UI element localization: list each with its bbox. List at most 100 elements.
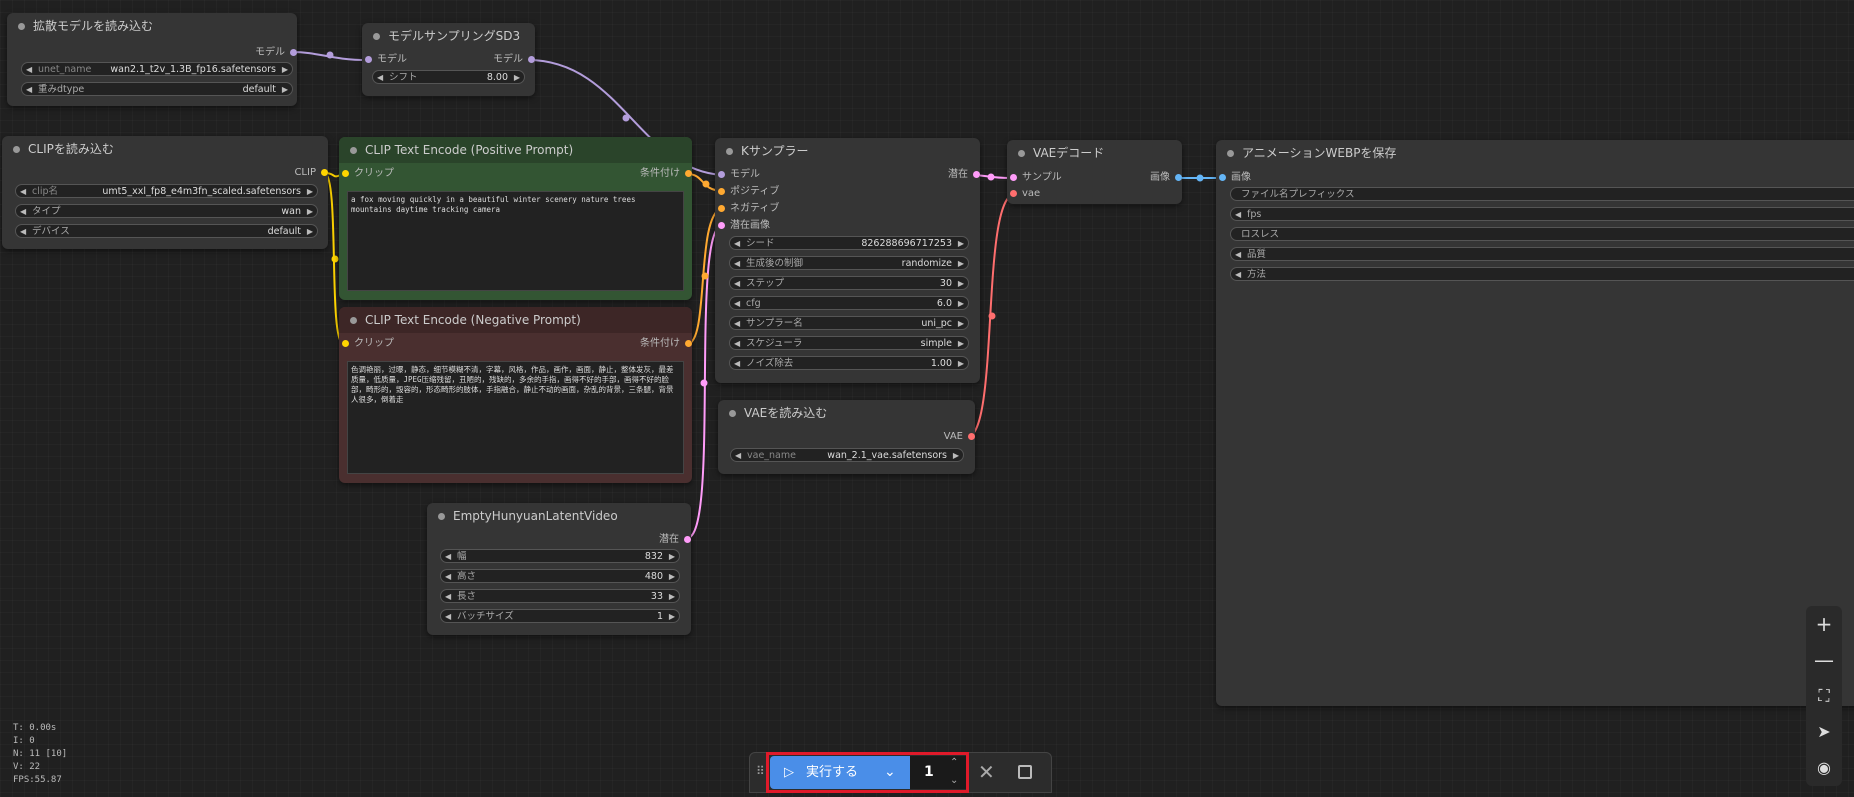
negative-prompt-node[interactable]: CLIP Text Encode (Negative Prompt) クリップ … bbox=[339, 307, 692, 483]
input-positive[interactable]: ポジティブ bbox=[718, 184, 830, 200]
arrow-left-icon[interactable]: ◀ bbox=[734, 277, 740, 291]
input-dot[interactable] bbox=[342, 340, 349, 347]
control-after-generate-combo[interactable]: ◀ 生成後の制御 randomize ▶ bbox=[729, 256, 969, 270]
arrow-right-icon[interactable]: ▶ bbox=[307, 205, 313, 219]
arrow-right-icon[interactable]: ▶ bbox=[669, 590, 675, 604]
input-dot[interactable] bbox=[1219, 174, 1226, 181]
stop-icon[interactable] bbox=[1018, 765, 1032, 779]
output-model[interactable]: モデル bbox=[165, 45, 297, 61]
vae-name-combo[interactable]: ◀ vae_name wan_2.1_vae.safetensors ▶ bbox=[730, 448, 964, 462]
cancel-icon[interactable]: ✕ bbox=[978, 760, 995, 784]
arrow-left-icon[interactable]: ◀ bbox=[1235, 248, 1241, 262]
output-clip[interactable]: CLIP bbox=[236, 165, 328, 181]
output-image[interactable]: 画像 bbox=[1100, 170, 1182, 186]
input-dot[interactable] bbox=[365, 56, 372, 63]
arrow-left-icon[interactable]: ◀ bbox=[26, 83, 32, 97]
clip-loader-node[interactable]: CLIPを読み込む CLIP ◀ clip名 umt5_xxl_fp8_e4m3fn… bbox=[2, 136, 328, 249]
input-negative[interactable]: ネガティブ bbox=[718, 201, 830, 217]
arrow-left-icon[interactable]: ◀ bbox=[445, 570, 451, 584]
input-vae[interactable]: vae bbox=[1010, 186, 1112, 202]
input-dot[interactable] bbox=[342, 170, 349, 177]
positive-prompt-node[interactable]: CLIP Text Encode (Positive Prompt) クリップ … bbox=[339, 137, 692, 300]
output-dot[interactable] bbox=[684, 536, 691, 543]
fps-number[interactable]: ◀ fps bbox=[1230, 207, 1854, 221]
output-vae[interactable]: VAE bbox=[883, 429, 975, 445]
input-samples[interactable]: サンプル bbox=[1010, 170, 1112, 186]
input-clip[interactable]: クリップ bbox=[342, 336, 454, 352]
arrow-left-icon[interactable]: ◀ bbox=[377, 71, 383, 85]
output-conditioning[interactable]: 条件付け bbox=[580, 166, 692, 182]
ksampler-node[interactable]: Kサンプラー モデル ポジティブ ネガティブ 潜在画像 潜在 ◀ シード 82628… bbox=[715, 138, 980, 383]
positive-prompt-textarea[interactable]: a fox moving quickly in a beautiful wint… bbox=[347, 191, 684, 291]
output-conditioning[interactable]: 条件付け bbox=[580, 336, 692, 352]
arrow-right-icon[interactable]: ▶ bbox=[669, 610, 675, 624]
arrow-left-icon[interactable]: ◀ bbox=[20, 185, 26, 199]
save-animated-webp-node[interactable]: アニメーションWEBPを保存 画像 ファイル名プレフィックス ◀ fps ロスレス… bbox=[1216, 140, 1854, 706]
width-number[interactable]: ◀ 幅 832 ▶ bbox=[440, 549, 680, 563]
output-latent[interactable]: 潜在 bbox=[888, 167, 980, 183]
arrow-right-icon[interactable]: ▶ bbox=[958, 257, 964, 271]
input-model[interactable]: モデル bbox=[718, 167, 830, 183]
quality-number[interactable]: ◀ 品質 bbox=[1230, 247, 1854, 261]
input-dot[interactable] bbox=[718, 222, 725, 229]
cfg-number[interactable]: ◀ cfg 6.0 ▶ bbox=[729, 296, 969, 310]
arrow-right-icon[interactable]: ▶ bbox=[282, 63, 288, 77]
arrow-left-icon[interactable]: ◀ bbox=[734, 337, 740, 351]
empty-latent-video-node[interactable]: EmptyHunyuanLatentVideo 潜在 ◀ 幅 832 ▶ ◀ 高さ 480… bbox=[427, 503, 691, 635]
arrow-right-icon[interactable]: ▶ bbox=[958, 237, 964, 251]
arrow-left-icon[interactable]: ◀ bbox=[26, 63, 32, 77]
method-combo[interactable]: ◀ 方法 bbox=[1230, 267, 1854, 281]
output-dot[interactable] bbox=[321, 169, 328, 176]
device-combo[interactable]: ◀ デバイス default ▶ bbox=[15, 224, 318, 238]
steps-number[interactable]: ◀ ステップ 30 ▶ bbox=[729, 276, 969, 290]
arrow-right-icon[interactable]: ▶ bbox=[958, 297, 964, 311]
weight-dtype-combo[interactable]: ◀ 重みdtype default ▶ bbox=[21, 82, 293, 96]
eye-icon[interactable]: ◉ bbox=[1806, 750, 1842, 786]
arrow-right-icon[interactable]: ▶ bbox=[669, 570, 675, 584]
output-dot[interactable] bbox=[973, 171, 980, 178]
arrow-left-icon[interactable]: ◀ bbox=[20, 205, 26, 219]
output-dot[interactable] bbox=[290, 49, 297, 56]
arrow-left-icon[interactable]: ◀ bbox=[735, 449, 741, 463]
batch-size-number[interactable]: ◀ バッチサイズ 1 ▶ bbox=[440, 609, 680, 623]
output-dot[interactable] bbox=[968, 433, 975, 440]
arrow-left-icon[interactable]: ◀ bbox=[734, 357, 740, 371]
arrow-right-icon[interactable]: ▶ bbox=[307, 185, 313, 199]
arrow-right-icon[interactable]: ▶ bbox=[514, 71, 520, 85]
model-sampling-node[interactable]: モデルサンプリングSD3 モデル モデル ◀ シフト 8.00 ▶ bbox=[362, 23, 535, 96]
type-combo[interactable]: ◀ タイプ wan ▶ bbox=[15, 204, 318, 218]
arrow-right-icon[interactable]: ▶ bbox=[958, 277, 964, 291]
unet-name-combo[interactable]: ◀ unet_name wan2.1_t2v_1.3B_fp16.safetenso… bbox=[21, 62, 293, 76]
scheduler-combo[interactable]: ◀ スケジューラ simple ▶ bbox=[729, 336, 969, 350]
arrow-right-icon[interactable]: ▶ bbox=[307, 225, 313, 239]
arrow-left-icon[interactable]: ◀ bbox=[734, 237, 740, 251]
arrow-left-icon[interactable]: ◀ bbox=[734, 257, 740, 271]
select-pointer-icon[interactable]: ➤ bbox=[1806, 714, 1842, 750]
arrow-left-icon[interactable]: ◀ bbox=[1235, 208, 1241, 222]
output-latent[interactable]: 潜在 bbox=[599, 532, 691, 548]
shift-number[interactable]: ◀ シフト 8.00 ▶ bbox=[372, 70, 525, 84]
arrow-left-icon[interactable]: ◀ bbox=[734, 297, 740, 311]
clip-name-combo[interactable]: ◀ clip名 umt5_xxl_fp8_e4m3fn_scaled.safeten… bbox=[15, 184, 318, 198]
denoise-number[interactable]: ◀ ノイズ除去 1.00 ▶ bbox=[729, 356, 969, 370]
filename-prefix-field[interactable]: ファイル名プレフィックス bbox=[1230, 187, 1854, 201]
zoom-out-icon[interactable]: — bbox=[1806, 642, 1842, 678]
arrow-right-icon[interactable]: ▶ bbox=[958, 357, 964, 371]
input-images[interactable]: 画像 bbox=[1219, 170, 1321, 186]
arrow-left-icon[interactable]: ◀ bbox=[1235, 268, 1241, 282]
input-dot[interactable] bbox=[1010, 190, 1017, 197]
output-dot[interactable] bbox=[685, 340, 692, 347]
vae-decode-node[interactable]: VAEデコード サンプル vae 画像 bbox=[1007, 140, 1182, 204]
input-dot[interactable] bbox=[718, 188, 725, 195]
lossless-toggle[interactable]: ロスレス bbox=[1230, 227, 1854, 241]
zoom-in-icon[interactable]: + bbox=[1806, 606, 1842, 642]
arrow-left-icon[interactable]: ◀ bbox=[445, 550, 451, 564]
input-dot[interactable] bbox=[718, 205, 725, 212]
output-dot[interactable] bbox=[528, 56, 535, 63]
height-number[interactable]: ◀ 高さ 480 ▶ bbox=[440, 569, 680, 583]
arrow-right-icon[interactable]: ▶ bbox=[282, 83, 288, 97]
drag-handle-icon[interactable]: ⠿ bbox=[756, 764, 765, 778]
sampler-name-combo[interactable]: ◀ サンプラー名 uni_pc ▶ bbox=[729, 316, 969, 330]
output-model[interactable]: モデル bbox=[443, 52, 535, 68]
seed-number[interactable]: ◀ シード 826288696717253 ▶ bbox=[729, 236, 969, 250]
